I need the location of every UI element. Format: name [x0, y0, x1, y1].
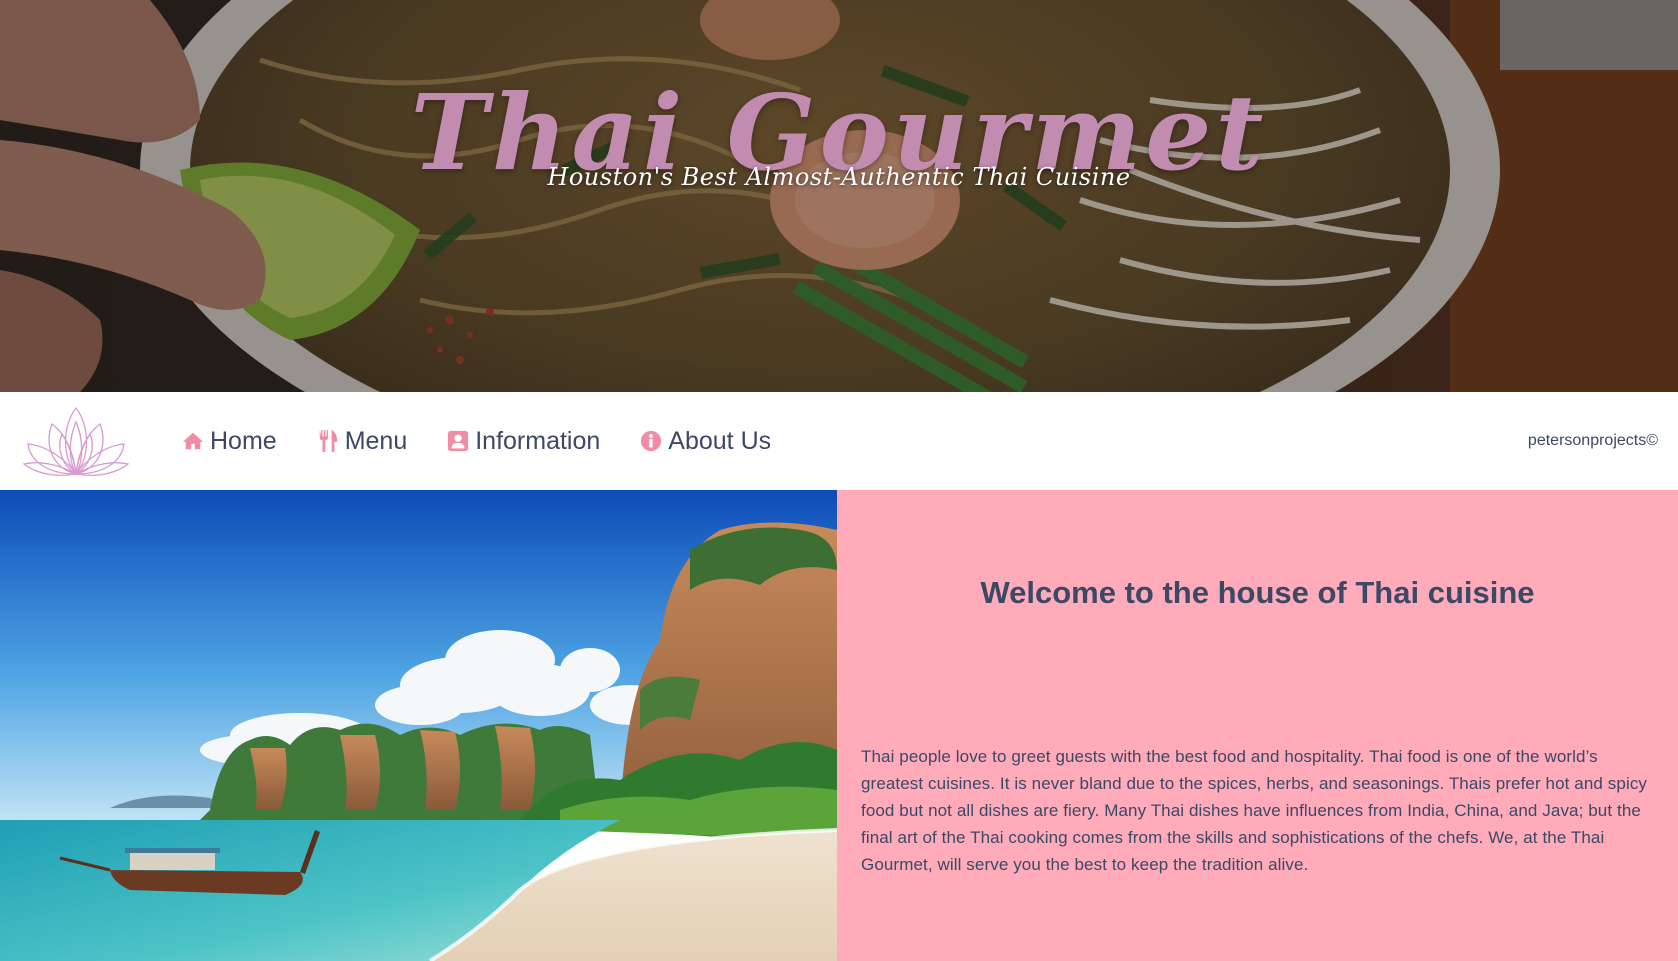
beach-scene	[0, 490, 837, 961]
nav-links: Home Menu Information About Us	[182, 392, 771, 490]
main-navbar: Home Menu Information About Us petersonp…	[0, 392, 1678, 490]
copyright-text: petersonprojects©	[1527, 432, 1658, 449]
nav-item-home[interactable]: Home	[182, 427, 277, 456]
info-icon	[641, 430, 662, 452]
lotus-logo[interactable]	[22, 402, 130, 480]
welcome-body: Thai people love to greet guests with th…	[861, 747, 1648, 874]
user-card-icon	[448, 430, 469, 452]
nav-item-information[interactable]: Information	[447, 427, 600, 456]
hero-banner: Thai Gourmet Houston's Best Almost-Authe…	[0, 0, 1678, 392]
nav-item-menu[interactable]: Menu	[317, 426, 408, 456]
site-tagline: Houston's Best Almost-Authentic Thai Cui…	[547, 163, 1131, 191]
hero-overlay	[0, 0, 1678, 392]
nav-item-label: Home	[210, 426, 277, 455]
welcome-heading: Welcome to the house of Thai cuisine	[980, 575, 1535, 610]
nav-item-about[interactable]: About Us	[640, 427, 771, 456]
welcome-panel: Welcome to the house of Thai cuisine Tha…	[837, 490, 1678, 961]
nav-item-label: Information	[475, 426, 601, 455]
home-icon	[182, 432, 204, 450]
cutlery-icon	[319, 430, 337, 452]
nav-item-label: Menu	[344, 426, 408, 455]
beach-photo	[0, 490, 837, 961]
nav-item-label: About Us	[668, 426, 772, 455]
